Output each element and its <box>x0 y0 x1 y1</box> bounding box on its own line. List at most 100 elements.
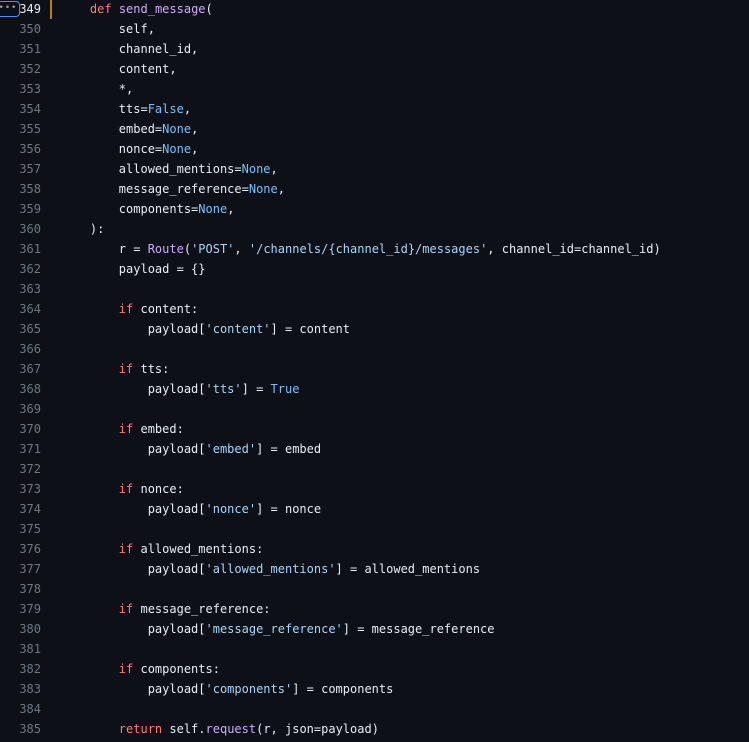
code-text: if components: <box>61 659 220 679</box>
code-token: , <box>270 162 278 176</box>
code-text: payload['nonce'] = nonce <box>61 499 321 519</box>
line-number[interactable]: 368 <box>0 379 41 399</box>
line-number[interactable]: 376 <box>0 539 41 559</box>
line-number[interactable]: 379 <box>0 599 41 619</box>
line-number[interactable]: 372 <box>0 459 41 479</box>
code-token: None <box>241 162 271 176</box>
code-line: 382 if components: <box>0 659 749 679</box>
code-line: 357 allowed_mentions=None, <box>0 159 749 179</box>
code-token: 'message_reference' <box>205 622 343 636</box>
line-number[interactable]: 366 <box>0 339 41 359</box>
code-token: ] = components <box>292 682 394 696</box>
line-highlight-marker <box>50 0 52 19</box>
line-number[interactable]: 365 <box>0 319 41 339</box>
line-number[interactable]: 373 <box>0 479 41 499</box>
code-token: , <box>191 122 199 136</box>
line-number[interactable]: 354 <box>0 99 41 119</box>
line-number[interactable]: 378 <box>0 579 41 599</box>
code-line: 366 <box>0 339 749 359</box>
code-token: False <box>147 102 184 116</box>
line-number[interactable]: 384 <box>0 699 41 719</box>
code-text: *, <box>61 79 133 99</box>
code-token: 'POST' <box>191 242 235 256</box>
code-token: message_reference= <box>61 182 249 196</box>
line-number[interactable]: 364 <box>0 299 41 319</box>
line-number[interactable]: 355 <box>0 119 41 139</box>
code-line: 358 message_reference=None, <box>0 179 749 199</box>
code-token: True <box>270 382 300 396</box>
line-number[interactable]: 367 <box>0 359 41 379</box>
code-token: tts: <box>133 362 170 376</box>
line-number[interactable]: 352 <box>0 59 41 79</box>
code-line: 380 payload['message_reference'] = messa… <box>0 619 749 639</box>
code-token: tts= <box>61 102 148 116</box>
code-token: 'components' <box>205 682 293 696</box>
code-line: 355 embed=None, <box>0 119 749 139</box>
line-number[interactable]: 383 <box>0 679 41 699</box>
line-number[interactable]: 385 <box>0 719 41 739</box>
code-token: if <box>118 602 134 616</box>
code-token: None <box>248 182 278 196</box>
line-number[interactable]: 360 <box>0 219 41 239</box>
code-line: 369 <box>0 399 749 419</box>
code-token: (r, json=payload) <box>256 722 379 736</box>
code-text: content, <box>61 59 177 79</box>
line-number[interactable]: 353 <box>0 79 41 99</box>
line-number[interactable]: 358 <box>0 179 41 199</box>
code-line: 359 components=None, <box>0 199 749 219</box>
code-text: payload['components'] = components <box>61 679 394 699</box>
code-token: payload[ <box>61 622 206 636</box>
code-token: Route <box>147 242 184 256</box>
line-number[interactable]: 359 <box>0 199 41 219</box>
code-token: if <box>118 482 134 496</box>
code-token: self, <box>61 22 155 36</box>
code-text: payload['tts'] = True <box>61 379 300 399</box>
code-token: channel_id, <box>61 42 199 56</box>
code-line: 374 payload['nonce'] = nonce <box>0 499 749 519</box>
line-number[interactable]: 362 <box>0 259 41 279</box>
code-line: 378 <box>0 579 749 599</box>
code-line: 370 if embed: <box>0 419 749 439</box>
line-number[interactable]: 380 <box>0 619 41 639</box>
code-text: tts=False, <box>61 99 191 119</box>
code-token: payload[ <box>61 502 206 516</box>
code-token: ] = nonce <box>256 502 322 516</box>
line-number[interactable]: 369 <box>0 399 41 419</box>
line-number[interactable]: 351 <box>0 39 41 59</box>
code-token: if <box>118 542 134 556</box>
line-number[interactable]: 371 <box>0 439 41 459</box>
line-number[interactable]: 363 <box>0 279 41 299</box>
code-text: message_reference=None, <box>61 179 285 199</box>
code-token: payload[ <box>61 682 206 696</box>
line-number[interactable]: 361 <box>0 239 41 259</box>
line-number[interactable]: 375 <box>0 519 41 539</box>
code-line: 350 self, <box>0 19 749 39</box>
code-token: 'tts' <box>205 382 242 396</box>
code-token: payload[ <box>61 382 206 396</box>
code-text: if nonce: <box>61 479 184 499</box>
line-number[interactable]: 374 <box>0 499 41 519</box>
code-token: *, <box>61 82 134 96</box>
line-number[interactable]: 381 <box>0 639 41 659</box>
line-number[interactable]: 370 <box>0 419 41 439</box>
code-line: 362 payload = {} <box>0 259 749 279</box>
line-number[interactable]: 350 <box>0 19 41 39</box>
code-token: components: <box>133 662 220 676</box>
line-number[interactable]: 356 <box>0 139 41 159</box>
code-line: 371 payload['embed'] = embed <box>0 439 749 459</box>
code-line: 373 if nonce: <box>0 479 749 499</box>
line-number[interactable]: 377 <box>0 559 41 579</box>
code-line: 353 *, <box>0 79 749 99</box>
code-text: return self.request(r, json=payload) <box>61 719 379 739</box>
code-text: if embed: <box>61 419 184 439</box>
code-token: 'nonce' <box>205 502 257 516</box>
line-number[interactable]: 382 <box>0 659 41 679</box>
code-token: 'content' <box>205 322 271 336</box>
line-number[interactable]: 349 <box>0 0 41 19</box>
line-number[interactable]: 357 <box>0 159 41 179</box>
